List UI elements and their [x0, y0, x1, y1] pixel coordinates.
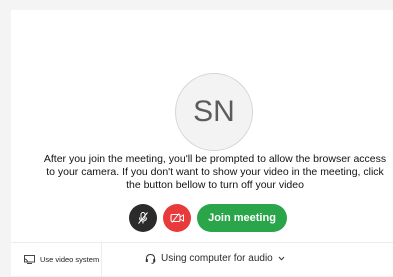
headset-icon: [145, 253, 156, 264]
use-video-system-label: Use video system: [40, 255, 100, 264]
cast-icon: [24, 255, 35, 264]
footer-divider: [101, 243, 102, 277]
audio-option-label: Using computer for audio: [161, 253, 273, 264]
avatar: SN: [175, 73, 253, 151]
message-line: After you join the meeting, you'll be pr…: [43, 153, 387, 165]
audio-connection-dropdown[interactable]: Using computer for audio: [145, 253, 285, 264]
join-meeting-button[interactable]: Join meeting: [197, 204, 287, 232]
message-line: to your camera. If you don't want to sho…: [46, 166, 384, 179]
message-line: the button bellow to turn off your video: [126, 179, 304, 192]
stop-video-button[interactable]: [163, 204, 191, 232]
mute-button[interactable]: [129, 204, 157, 232]
footer-bar: Use video system Using computer for audi…: [11, 242, 393, 277]
chevron-down-icon: [278, 256, 285, 261]
avatar-initials: SN: [193, 95, 235, 128]
mic-off-icon: [138, 212, 148, 224]
video-off-icon: [170, 213, 184, 223]
use-video-system-option[interactable]: Use video system: [24, 255, 99, 264]
camera-permission-message: After you join the meeting, you'll be pr…: [40, 153, 390, 193]
